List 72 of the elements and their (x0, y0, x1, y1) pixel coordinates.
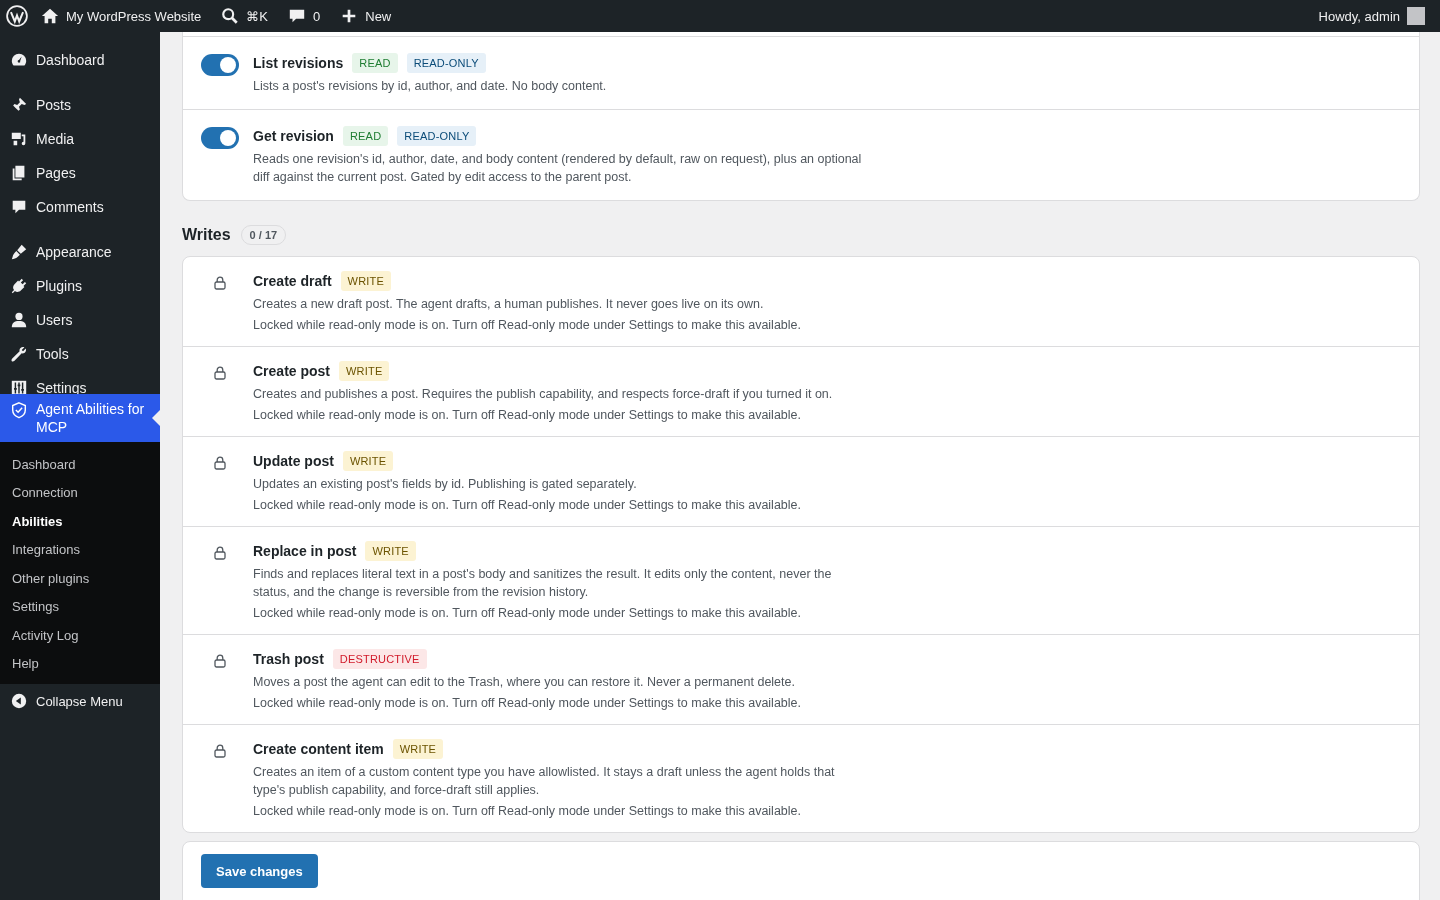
submenu-item[interactable]: Integrations (0, 535, 160, 564)
locked-note: Locked while read-only mode is on. Turn off Read-only mode under Settings to make this available. (253, 803, 802, 820)
locked-note: Locked while read-only mode is on. Turn off Read-only mode under Settings to make this available. (253, 605, 802, 622)
menu-item[interactable]: Comments (0, 190, 160, 224)
menu-item[interactable]: Media (0, 122, 160, 156)
ability-description: Creates an item of a custom content type you have allowlisted. It stays a draft unless the agent holds that type's publish capability, and force-draft still applies. (253, 764, 836, 799)
locked-note: Locked while read-only mode is on. Turn off Read-only mode under Settings to make this available. (253, 407, 802, 424)
menu-item[interactable]: Dashboard (0, 43, 160, 77)
home-icon[interactable] (41, 7, 59, 25)
tag: READ-ONLY (397, 126, 477, 146)
comment-icon (10, 198, 28, 216)
ability-description: Creates and publishes a post. Requires the publish capability, and respects force-draft if you turned it on. (253, 386, 833, 403)
ability-title: Trash post (253, 651, 324, 667)
menu-item[interactable]: Plugins (0, 269, 160, 303)
tag: WRITE (342, 451, 394, 471)
comment-count[interactable]: 0 (313, 8, 321, 24)
menu-item[interactable]: Posts (0, 88, 160, 122)
logo-icon[interactable] (6, 5, 28, 27)
submenu-item[interactable]: Dashboard (0, 450, 160, 479)
section-title: Writes (182, 226, 231, 244)
save-button[interactable]: Save changes (201, 854, 318, 888)
greeting-link[interactable]: Howdy, admin (1318, 8, 1400, 24)
tag: WRITE (339, 361, 390, 381)
ability-title: Create content item (253, 741, 384, 757)
plug-icon (10, 277, 28, 295)
shield-icon (10, 401, 28, 419)
menu-item[interactable]: Pages (0, 156, 160, 190)
media-icon (10, 130, 28, 148)
brush-icon (10, 243, 28, 261)
menu-item[interactable]: Agent Abilities for MCP (0, 394, 160, 442)
ability-description: Moves a post the agent can edit to the Trash, where you can restore it. Never a permanent delete. (253, 674, 796, 691)
ability-description: Finds and replaces literal text in a post's body and sanitizes the result. It edits only the content, never the status, and the change is reversible from the revision history. (253, 566, 833, 601)
ability-description: Updates an existing post's fields by id. Publishing is gated separately. (253, 476, 638, 493)
tag: WRITE (365, 541, 416, 561)
ability-description: Lists a post's revisions by id, author, and date. No body content. (253, 78, 607, 95)
submenu-item[interactable]: Settings (0, 592, 160, 621)
menu-item[interactable]: Users (0, 303, 160, 337)
menu-item[interactable]: Tools (0, 337, 160, 371)
user-icon (10, 311, 28, 329)
submenu-item[interactable]: Other plugins (0, 564, 160, 593)
ability-title: Replace in post (253, 543, 357, 559)
ability-title: Create post (253, 363, 331, 379)
ability-description: Reads one revision's id, author, date, and body content (rendered by default, raw on request), plus an optional diff against the current post. Gated by edit access to the parent post. (253, 151, 863, 186)
submenu-item[interactable]: Connection (0, 478, 160, 507)
locked-note: Locked while read-only mode is on. Turn off Read-only mode under Settings to make this available. (253, 695, 801, 712)
ability-title: Create draft (253, 273, 332, 289)
collapse-icon (10, 692, 28, 710)
search-icon[interactable] (221, 7, 240, 25)
tag: WRITE (392, 739, 444, 759)
tag: READ-ONLY (406, 53, 486, 73)
tag: DESTRUCTIVE (332, 649, 427, 669)
menu-item[interactable]: Appearance (0, 235, 160, 269)
collapse-menu-button[interactable]: Collapse Menu (0, 684, 160, 718)
toggle-switch[interactable] (201, 54, 239, 76)
search-shortcut[interactable]: ⌘K (246, 8, 268, 24)
new-link[interactable]: New (365, 8, 392, 24)
ability-title: Get revision (253, 128, 334, 144)
locked-note: Locked while read-only mode is on. Turn off Read-only mode under Settings to make this available. (253, 317, 801, 334)
ability-title: Update post (253, 453, 334, 469)
tag: READ (352, 53, 398, 73)
submenu-item[interactable]: Activity Log (0, 621, 160, 650)
pin-icon (10, 96, 28, 114)
toggle-switch[interactable] (201, 127, 239, 149)
submenu-item[interactable]: Abilities (0, 507, 160, 536)
site-name-link[interactable]: My WordPress Website (66, 8, 202, 24)
tag: READ (342, 126, 389, 146)
submenu-item[interactable]: Help (0, 649, 160, 678)
ability-title: List revisions (253, 55, 344, 71)
ability-description: Creates a new draft post. The agent drafts, a human publishes. It never goes live on its own. (253, 296, 765, 313)
locked-note: Locked while read-only mode is on. Turn off Read-only mode under Settings to make this available. (253, 497, 801, 514)
tag: WRITE (340, 271, 392, 291)
wrench-icon (10, 345, 28, 363)
